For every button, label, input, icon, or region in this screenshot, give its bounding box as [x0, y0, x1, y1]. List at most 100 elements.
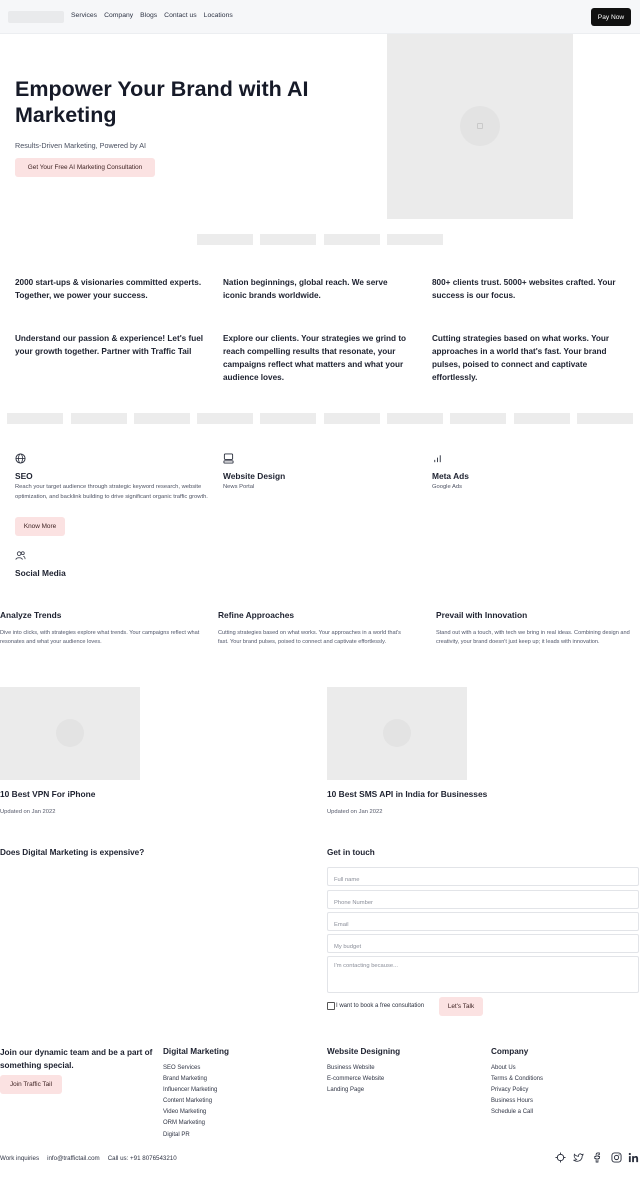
partner-logo-placeholder — [7, 413, 63, 424]
footer-link[interactable]: Video Marketing — [163, 1107, 217, 1118]
image-icon — [477, 123, 483, 129]
footer-link[interactable]: Digital PR — [163, 1130, 217, 1141]
full-name-field — [327, 867, 639, 889]
main-nav: Services Company Blogs Contact us Locati… — [71, 12, 233, 19]
blog-title[interactable]: 10 Best SMS API in India for Businesses — [327, 789, 487, 799]
stat-text: 800+ clients trust. 5000+ websites craft… — [432, 278, 616, 300]
footer-link[interactable]: Business Website — [327, 1063, 384, 1074]
partner-logo-placeholder — [577, 413, 633, 424]
trend-description: Cutting strategies based on what works. … — [218, 630, 401, 646]
partner-logo-placeholder — [514, 413, 570, 424]
stat-text: Nation beginnings, global reach. We serv… — [223, 278, 388, 300]
partner-logo-placeholder — [71, 413, 127, 424]
email-field — [327, 912, 639, 934]
trend-title: Prevail with Innovation — [436, 610, 528, 620]
brand-logo-placeholder — [197, 234, 253, 245]
partner-logo-placeholder — [134, 413, 190, 424]
budget-field — [327, 934, 639, 956]
footer-link[interactable]: Business Hours — [491, 1096, 543, 1107]
message-textarea[interactable] — [328, 957, 638, 992]
join-team-text: Join our dynamic team and be a part of s… — [0, 1048, 153, 1070]
nav-locations[interactable]: Locations — [204, 12, 233, 19]
free-consultation-button[interactable]: Get Your Free AI Marketing Consultation — [15, 158, 155, 177]
footer-email-link[interactable]: info@traffictail.com — [47, 1155, 100, 1162]
image-loader-ring — [56, 719, 84, 747]
stat-text: Understand our passion & experience! Let… — [15, 334, 204, 356]
image-loader-ring — [383, 719, 411, 747]
brand-logo-placeholder — [387, 234, 443, 245]
blog-image-placeholder[interactable] — [327, 687, 467, 780]
hero-title: Empower Your Brand with AI Marketing — [15, 77, 309, 127]
know-more-button[interactable]: Know More — [15, 517, 65, 536]
brand-logo-placeholder — [260, 234, 316, 245]
footer-heading: Company — [491, 1047, 529, 1056]
linkedin-icon[interactable] — [626, 1152, 640, 1166]
footer-link[interactable]: Terms & Conditions — [491, 1074, 543, 1085]
phone-field — [327, 890, 639, 912]
consultation-checkbox[interactable] — [327, 1002, 335, 1010]
bar-chart-icon — [432, 453, 443, 467]
trend-title: Refine Approaches — [218, 610, 295, 620]
footer-link[interactable]: Content Marketing — [163, 1096, 217, 1107]
service-title: Website Design — [223, 471, 286, 481]
nav-blogs[interactable]: Blogs — [140, 12, 157, 19]
nav-services[interactable]: Services — [71, 12, 97, 19]
service-title: SEO — [15, 471, 33, 481]
trend-description: Dive into clicks, with strategies explor… — [0, 630, 200, 646]
service-subitem[interactable]: Google Ads — [432, 483, 462, 493]
partner-logo-placeholder — [387, 413, 443, 424]
nav-contact-us[interactable]: Contact us — [164, 12, 197, 19]
contact-title: Get in touch — [327, 848, 375, 857]
partner-logo-placeholder — [260, 413, 316, 424]
trend-title: Analyze Trends — [0, 610, 62, 620]
service-subitem[interactable]: News Portal — [223, 483, 254, 493]
logo[interactable] — [8, 11, 64, 23]
instagram-icon[interactable] — [609, 1152, 623, 1166]
email-input[interactable] — [328, 916, 638, 934]
hero-subtitle: Results-Driven Marketing, Powered by AI — [15, 141, 147, 150]
footer-link[interactable]: Brand Marketing — [163, 1074, 217, 1085]
globe-icon — [15, 453, 26, 467]
footer-link[interactable]: ORM Marketing — [163, 1118, 217, 1129]
lets-talk-button[interactable]: Let's Talk — [439, 997, 483, 1016]
stat-text: 2000 start-ups & visionaries committed e… — [15, 278, 202, 300]
budget-input[interactable] — [328, 938, 638, 956]
phone-input[interactable] — [328, 894, 638, 912]
footer-link[interactable]: Influencer Marketing — [163, 1085, 217, 1096]
message-field — [327, 956, 639, 993]
footer-phone-link[interactable]: Call us: +91 8076543210 — [108, 1155, 177, 1162]
join-traffic-tail-button[interactable]: Join Traffic Tail — [0, 1075, 62, 1094]
consultation-checkbox-label: I want to book a free consultation — [336, 1003, 425, 1009]
facebook-icon[interactable] — [590, 1152, 604, 1166]
partner-logo-placeholder — [324, 413, 380, 424]
partner-logo-placeholder — [450, 413, 506, 424]
partner-logo-placeholder — [197, 413, 253, 424]
nav-company[interactable]: Company — [104, 12, 133, 19]
blog-date: Updated on Jan 2022 — [327, 809, 383, 815]
footer-links-website-designing: Business Website E-commerce Website Land… — [327, 1063, 384, 1096]
footer-heading: Website Designing — [327, 1047, 401, 1056]
stat-text: Cutting strategies based on what works. … — [432, 334, 610, 382]
blog-title[interactable]: 10 Best VPN For iPhone — [0, 789, 95, 799]
footer-link[interactable]: Schedule a Call — [491, 1107, 543, 1118]
stat-text: Explore our clients. Your strategies we … — [223, 334, 407, 382]
footer-link[interactable]: E-commerce Website — [327, 1074, 384, 1085]
footer-link[interactable]: About Us — [491, 1063, 543, 1074]
work-inquiries-label: Work inquiries — [0, 1155, 40, 1162]
users-icon — [15, 550, 26, 564]
brand-logo-placeholder — [324, 234, 380, 245]
footer-link[interactable]: Landing Page — [327, 1085, 384, 1096]
blog-image-placeholder[interactable] — [0, 687, 140, 780]
pay-now-button[interactable]: Pay Now — [591, 8, 631, 26]
hero-image-placeholder — [387, 34, 573, 219]
twitter-icon[interactable] — [571, 1152, 585, 1166]
footer-link[interactable]: Privacy Policy — [491, 1085, 543, 1096]
service-description: Reach your target audience through strat… — [15, 484, 208, 500]
full-name-input[interactable] — [328, 871, 638, 889]
target-icon[interactable] — [553, 1152, 567, 1166]
footer-contact-line: Work inquiries info@traffictail.com Call… — [0, 1155, 177, 1162]
blog-date: Updated on Jan 2022 — [0, 809, 56, 815]
faq-question[interactable]: Does Digital Marketing is expensive? — [0, 848, 144, 857]
footer-heading: Digital Marketing — [163, 1047, 229, 1056]
footer-link[interactable]: SEO Services — [163, 1063, 217, 1074]
